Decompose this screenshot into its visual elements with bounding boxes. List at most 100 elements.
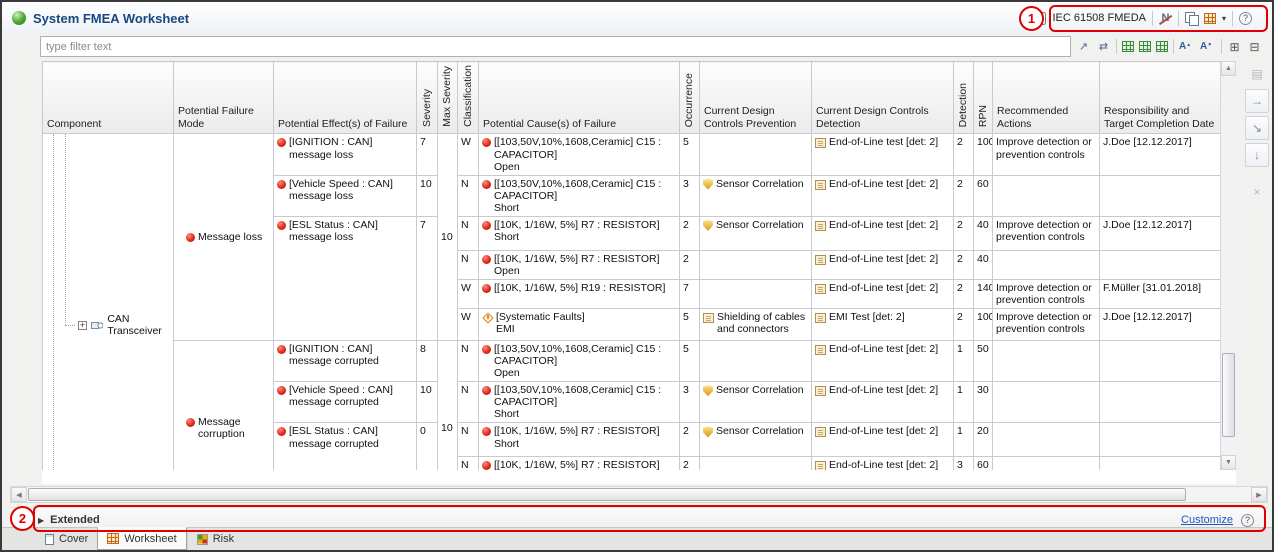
- col-header-max-severity[interactable]: Max Severity: [438, 62, 458, 134]
- cell-detection[interactable]: 2: [954, 250, 974, 279]
- cell-component[interactable]: + CAN Transceiver: [43, 134, 174, 470]
- cell-recommended-actions[interactable]: Improve detection or prevention controls: [993, 216, 1100, 250]
- col-header-occurrence[interactable]: Occurrence: [680, 62, 700, 134]
- cell-prevention[interactable]: Sensor Correlation: [700, 216, 812, 250]
- cell-severity[interactable]: 8: [417, 341, 438, 382]
- cell-detection[interactable]: 2: [954, 175, 974, 216]
- cell-effect[interactable]: [Vehicle Speed : CAN]message loss: [274, 175, 417, 216]
- cell-responsibility[interactable]: J.Doe [12.12.2017]: [1100, 216, 1221, 250]
- cell-recommended-actions[interactable]: [993, 175, 1100, 216]
- cell-detection-control[interactable]: End-of-Line test [det: 2]: [812, 250, 954, 279]
- cell-prevention[interactable]: Shielding of cables and connectors: [700, 309, 812, 341]
- tab-worksheet[interactable]: Worksheet: [97, 527, 186, 550]
- cell-occurrence[interactable]: 2: [680, 216, 700, 250]
- cell-recommended-actions[interactable]: Improve detection or prevention controls: [993, 134, 1100, 175]
- cell-effect[interactable]: [ESL Status : CAN]message corrupted: [274, 423, 417, 470]
- cell-classification[interactable]: N: [458, 175, 479, 216]
- col-header-component[interactable]: Component: [43, 62, 174, 134]
- tab-risk[interactable]: Risk: [187, 528, 243, 550]
- cell-detection-control[interactable]: End-of-Line test [det: 2]: [812, 423, 954, 457]
- cell-classification[interactable]: N: [458, 341, 479, 382]
- font-increase-icon[interactable]: A▲: [1179, 41, 1195, 52]
- cell-classification[interactable]: N: [458, 423, 479, 457]
- help-icon[interactable]: ?: [1239, 12, 1252, 25]
- cell-cause[interactable]: [[10K, 1/16W, 5%] R7 : RESISTOR]Open: [479, 250, 680, 279]
- cell-severity[interactable]: 10: [417, 382, 438, 423]
- cell-severity[interactable]: 7: [417, 216, 438, 340]
- cell-responsibility[interactable]: [1100, 175, 1221, 216]
- col-header-detection[interactable]: Detection: [954, 62, 974, 134]
- cell-detection-control[interactable]: End-of-Line test [det: 2]: [812, 134, 954, 175]
- cell-prevention[interactable]: [700, 279, 812, 308]
- cell-effect[interactable]: [IGNITION : CAN]message corrupted: [274, 341, 417, 382]
- filter-input[interactable]: [40, 36, 1071, 57]
- cell-max-severity[interactable]: 10: [438, 341, 458, 470]
- cell-cause[interactable]: [[10K, 1/16W, 5%] R19 : RESISTOR]: [479, 279, 680, 308]
- sync-filter-icon[interactable]: ⇄: [1096, 39, 1111, 54]
- numbering-icon[interactable]: N: [1159, 12, 1172, 24]
- cell-detection-control[interactable]: End-of-Line test [det: 2]: [812, 457, 954, 470]
- collapse-all-icon[interactable]: ⊟: [1247, 39, 1262, 54]
- cell-rpn[interactable]: 60: [974, 457, 993, 470]
- cell-responsibility[interactable]: F.Müller [31.01.2018]: [1100, 279, 1221, 308]
- cell-recommended-actions[interactable]: Improve detection or prevention controls: [993, 279, 1100, 308]
- cell-prevention[interactable]: [700, 250, 812, 279]
- col-header-rpn[interactable]: RPN: [974, 62, 993, 134]
- customize-link[interactable]: Customize: [1181, 514, 1233, 526]
- move-row-down-button[interactable]: ↓: [1245, 143, 1269, 167]
- cell-cause[interactable]: [[103,50V,10%,1608,Ceramic] C15 : CAPACI…: [479, 382, 680, 423]
- cell-rpn[interactable]: 140: [974, 279, 993, 308]
- link-with-editor-icon[interactable]: ↗: [1076, 39, 1091, 54]
- cell-detection-control[interactable]: EMI Test [det: 2]: [812, 309, 954, 341]
- col-header-responsibility[interactable]: Responsibility and Target Completion Dat…: [1100, 62, 1221, 134]
- cell-failure-mode[interactable]: Message loss: [174, 134, 274, 341]
- cell-cause[interactable]: [[10K, 1/16W, 5%] R7 : RESISTOR]Short: [479, 216, 680, 250]
- cell-responsibility[interactable]: [1100, 382, 1221, 423]
- add-row-button[interactable]: ▤: [1245, 62, 1269, 86]
- cell-effect[interactable]: [IGNITION : CAN]message loss: [274, 134, 417, 175]
- horizontal-scrollbar[interactable]: ◀ ▶: [10, 486, 1268, 503]
- extended-collapsed-arrow-icon[interactable]: ▶: [38, 516, 44, 525]
- cell-recommended-actions[interactable]: Improve detection or prevention controls: [993, 309, 1100, 341]
- cell-detection-control[interactable]: End-of-Line test [det: 2]: [812, 382, 954, 423]
- cell-severity[interactable]: 0: [417, 423, 438, 470]
- cell-classification[interactable]: N: [458, 457, 479, 470]
- expand-all-icon[interactable]: ⊞: [1227, 39, 1242, 54]
- cell-detection[interactable]: 2: [954, 309, 974, 341]
- vertical-scrollbar[interactable]: ▲ ▼: [1220, 61, 1236, 470]
- table-view-icon-3[interactable]: [1156, 41, 1168, 52]
- cell-severity[interactable]: 7: [417, 134, 438, 175]
- cell-rpn[interactable]: 30: [974, 382, 993, 423]
- cell-detection[interactable]: 2: [954, 216, 974, 250]
- scroll-down-arrow[interactable]: ▼: [1221, 455, 1236, 470]
- cell-occurrence[interactable]: 3: [680, 382, 700, 423]
- cell-failure-mode[interactable]: Message corruption: [174, 341, 274, 470]
- cell-detection-control[interactable]: End-of-Line test [det: 2]: [812, 341, 954, 382]
- cell-rpn[interactable]: 50: [974, 341, 993, 382]
- cell-occurrence[interactable]: 5: [680, 341, 700, 382]
- cell-recommended-actions[interactable]: [993, 423, 1100, 457]
- cell-responsibility[interactable]: [1100, 423, 1221, 457]
- cell-rpn[interactable]: 60: [974, 175, 993, 216]
- cell-prevention[interactable]: Sensor Correlation: [700, 382, 812, 423]
- cell-rpn[interactable]: 40: [974, 216, 993, 250]
- cell-occurrence[interactable]: 2: [680, 250, 700, 279]
- cell-occurrence[interactable]: 2: [680, 423, 700, 457]
- cell-effect[interactable]: [Vehicle Speed : CAN]message corrupted: [274, 382, 417, 423]
- cell-detection-control[interactable]: End-of-Line test [det: 2]: [812, 216, 954, 250]
- cell-rpn[interactable]: 40: [974, 250, 993, 279]
- delete-row-button[interactable]: ×: [1245, 180, 1269, 204]
- chevron-down-icon[interactable]: ▾: [1222, 14, 1226, 23]
- insert-row-button[interactable]: →: [1245, 89, 1269, 113]
- scroll-up-arrow[interactable]: ▲: [1221, 61, 1236, 76]
- cell-classification[interactable]: N: [458, 382, 479, 423]
- cell-responsibility[interactable]: [1100, 250, 1221, 279]
- cell-responsibility[interactable]: [1100, 341, 1221, 382]
- cell-classification[interactable]: W: [458, 134, 479, 175]
- cell-detection[interactable]: 3: [954, 457, 974, 470]
- cell-classification[interactable]: W: [458, 279, 479, 308]
- vertical-scrollbar-thumb[interactable]: [1222, 353, 1235, 437]
- cell-recommended-actions[interactable]: [993, 250, 1100, 279]
- cell-rpn[interactable]: 100: [974, 309, 993, 341]
- col-header-recommended[interactable]: Recommended Actions: [993, 62, 1100, 134]
